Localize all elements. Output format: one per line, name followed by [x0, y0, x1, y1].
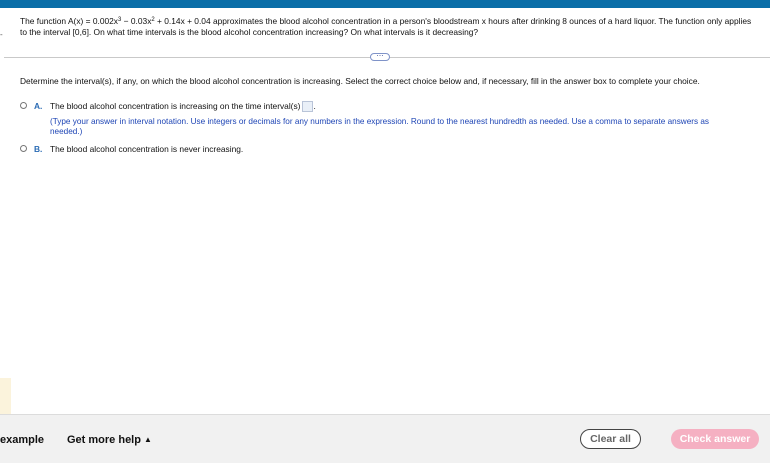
choice-b-text: The blood alcohol concentration is never…: [50, 144, 244, 154]
choice-a-radio[interactable]: [20, 102, 27, 109]
left-edge-mark: -: [0, 30, 3, 39]
expand-question-button[interactable]: ⋯: [370, 53, 390, 61]
choice-a-letter: A.: [34, 101, 43, 111]
choice-b-letter: B.: [34, 144, 43, 154]
choice-a-text: The blood alcohol concentration is incre…: [50, 101, 316, 112]
get-more-help-button[interactable]: Get more help ▲: [67, 434, 152, 446]
footer-bar: example Get more help ▲ Clear all Check a…: [0, 414, 770, 463]
answer-input-box[interactable]: [302, 101, 314, 112]
view-example-link[interactable]: example: [0, 434, 44, 446]
choice-b-radio[interactable]: [20, 145, 27, 152]
top-accent-bar: [0, 0, 770, 8]
question-text: The function A(x) = 0.002x3 − 0.03x2 + 0…: [20, 16, 752, 37]
get-more-help-label: Get more help: [67, 434, 141, 446]
caret-up-icon: ▲: [143, 435, 152, 444]
left-side-stripe: [0, 378, 11, 414]
check-answer-button[interactable]: Check answer: [671, 429, 759, 449]
clear-all-button[interactable]: Clear all: [580, 429, 641, 449]
instruction-text: Determine the interval(s), if any, on wh…: [20, 76, 700, 86]
choice-a-hint: (Type your answer in interval notation. …: [50, 117, 709, 136]
